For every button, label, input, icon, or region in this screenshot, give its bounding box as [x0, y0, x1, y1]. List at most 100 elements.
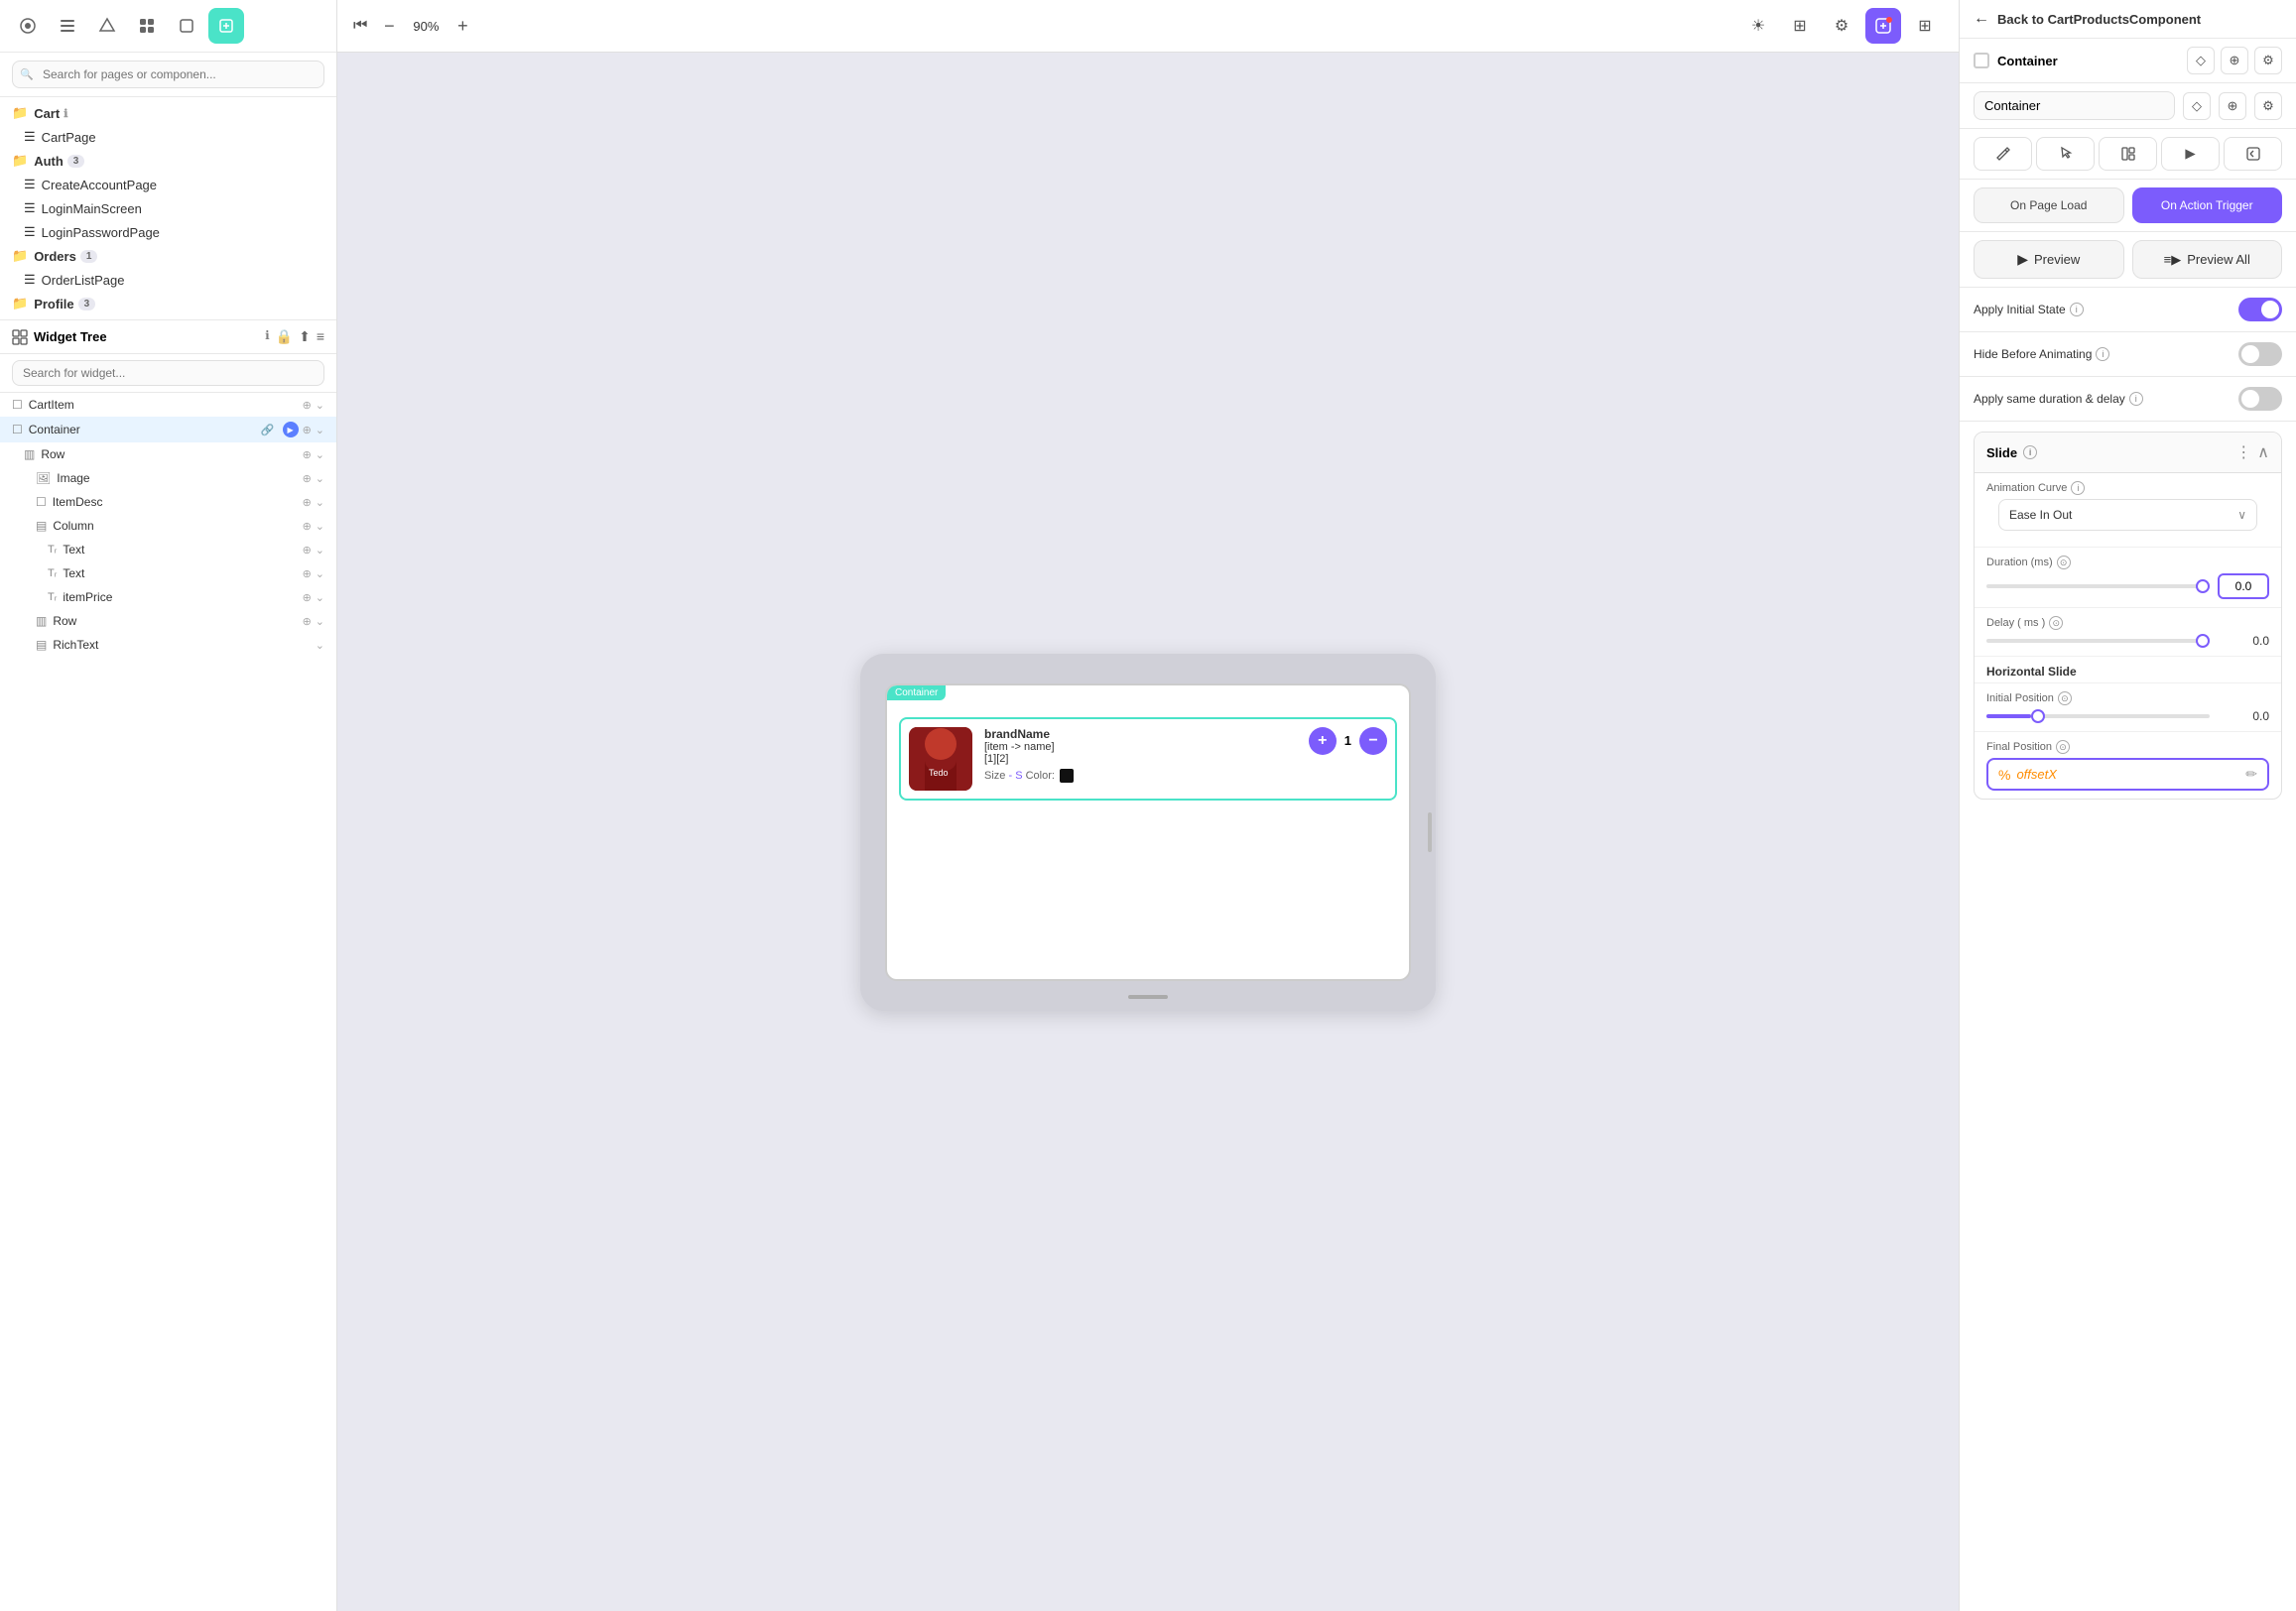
plus-circle-icon-btn[interactable]: ⊕ [2221, 47, 2248, 74]
info-icon-initial-pos[interactable]: ⊙ [2058, 691, 2072, 705]
widget-menu-btn[interactable]: ⌄ [316, 639, 324, 652]
widget-item-image[interactable]: 🖼 Image ⊕⌄ [0, 466, 336, 490]
lock-icon[interactable]: 🔒 [276, 328, 293, 345]
widget-item-text1[interactable]: Tᵣ Text ⊕⌄ [0, 538, 336, 561]
icon-btn-1[interactable]: ◇ [2183, 92, 2211, 120]
info-icon-delay[interactable]: ⊙ [2049, 616, 2063, 630]
toolbar-icon-2[interactable] [89, 8, 125, 44]
toolbar-icon-0[interactable] [10, 8, 46, 44]
widget-item-text2[interactable]: Tᵣ Text ⊕⌄ [0, 561, 336, 585]
widget-menu-btn[interactable]: ⌄ [316, 496, 324, 509]
toolbar-icon-5-add[interactable] [208, 8, 244, 44]
add-widget-btn[interactable]: ⊕ [303, 544, 312, 557]
toggle-hide-before[interactable] [2238, 342, 2282, 366]
pages-search-input[interactable] [12, 61, 324, 88]
play-icon-btn[interactable]: ▶ [2161, 137, 2220, 171]
widget-item-row2[interactable]: ▥ Row ⊕⌄ [0, 609, 336, 633]
code-icon-btn[interactable] [2224, 137, 2282, 171]
nav-folder-cart[interactable]: 📁 Cart ℹ [0, 101, 336, 125]
add-widget-btn[interactable]: ⊕ [303, 615, 312, 628]
info-icon-hide[interactable]: i [2096, 347, 2109, 361]
widget-item-itemprice[interactable]: Tᵣ itemPrice ⊕⌄ [0, 585, 336, 609]
widget-menu-btn[interactable]: ⌄ [316, 472, 324, 485]
layout-btn[interactable]: ⊞ [1782, 8, 1818, 44]
layout-icon-btn[interactable] [2099, 137, 2157, 171]
widget-item-richtext[interactable]: ▤ RichText ⌄ [0, 633, 336, 657]
info-icon-duration[interactable]: i [2129, 392, 2143, 406]
nav-item-loginmain[interactable]: ☰ LoginMainScreen [0, 196, 336, 220]
toolbar-icon-3[interactable] [129, 8, 165, 44]
toolbar-icon-4[interactable] [169, 8, 204, 44]
widget-menu-btn[interactable]: ⌄ [316, 448, 324, 461]
add-widget-btn[interactable]: ⊕ [303, 591, 312, 604]
component-checkbox[interactable] [1974, 53, 1989, 68]
add-widget-btn[interactable]: ⊕ [303, 520, 312, 533]
list-icon[interactable]: ≡ [317, 328, 324, 345]
nav-item-loginpassword[interactable]: ☰ LoginPasswordPage [0, 220, 336, 244]
info-icon-final-pos[interactable]: ⊙ [2056, 740, 2070, 754]
diamond-icon-btn[interactable]: ◇ [2187, 47, 2215, 74]
toggle-same-duration[interactable] [2238, 387, 2282, 411]
nav-item-orderlist[interactable]: ☰ OrderListPage [0, 268, 336, 292]
zoom-out-btn[interactable]: − [375, 12, 403, 40]
settings-icon-btn[interactable]: ⚙ [2254, 47, 2282, 74]
pencil-icon-btn[interactable] [1974, 137, 2032, 171]
add-widget-btn[interactable]: ⊕ [303, 399, 312, 412]
info-icon-initial-state[interactable]: i [2070, 303, 2084, 316]
widget-item-row1[interactable]: ▥ Row ⊕⌄ [0, 442, 336, 466]
qty-plus-btn[interactable]: + [1309, 727, 1337, 755]
widget-search-input[interactable] [12, 360, 324, 386]
chevron-up-icon[interactable]: ∧ [2257, 442, 2269, 462]
widget-menu-btn[interactable]: ⌄ [316, 615, 324, 628]
animation-curve-dropdown[interactable]: Ease In Out ∨ [1998, 499, 2257, 531]
widget-item-itemdesc[interactable]: ☐ ItemDesc ⊕⌄ [0, 490, 336, 514]
widget-menu-btn[interactable]: ⌄ [316, 591, 324, 604]
final-position-input[interactable]: % offsetX ✏ [1986, 758, 2269, 791]
delay-slider-track[interactable] [1986, 639, 2210, 643]
initial-pos-slider-track[interactable] [1986, 714, 2210, 718]
dots-menu-icon[interactable]: ⋮ [2235, 442, 2251, 462]
info-icon[interactable]: ℹ [265, 328, 270, 345]
nav-folder-profile[interactable]: 📁 Profile 3 [0, 292, 336, 315]
delay-slider-thumb[interactable] [2196, 634, 2210, 648]
initial-pos-slider-thumb[interactable] [2031, 709, 2045, 723]
info-icon-curve[interactable]: i [2071, 481, 2085, 495]
active-tool-btn[interactable] [1865, 8, 1901, 44]
component-name-input[interactable] [1974, 91, 2175, 120]
settings-btn[interactable]: ⚙ [1824, 8, 1859, 44]
widget-menu-btn[interactable]: ⌄ [316, 567, 324, 580]
tab-on-page-load[interactable]: On Page Load [1974, 187, 2124, 223]
zoom-in-btn[interactable]: + [448, 12, 476, 40]
nav-folder-auth[interactable]: 📁 Auth 3 [0, 149, 336, 173]
preview-btn[interactable]: ▶ Preview [1974, 240, 2124, 279]
pointer-icon-btn[interactable] [2036, 137, 2095, 171]
add-widget-btn[interactable]: ⊕ [303, 424, 312, 436]
grid-btn[interactable]: ⊞ [1907, 8, 1943, 44]
add-widget-btn[interactable]: ⊕ [303, 472, 312, 485]
add-widget-btn[interactable]: ⊕ [303, 567, 312, 580]
widget-item-cartitem[interactable]: ☐ CartItem ⊕ ⌄ [0, 393, 336, 417]
info-icon-slide[interactable]: i [2023, 445, 2037, 459]
toggle-initial-state[interactable] [2238, 298, 2282, 321]
duration-slider-track[interactable] [1986, 584, 2210, 588]
toolbar-icon-1[interactable] [50, 8, 85, 44]
first-frame-btn[interactable]: ⏮ [353, 17, 367, 35]
edit-icon[interactable]: ✏ [2245, 766, 2257, 783]
widget-item-container[interactable]: ☐ Container 🔗 ▶ ⊕ ⌄ [0, 417, 336, 442]
nav-item-createaccount[interactable]: ☰ CreateAccountPage [0, 173, 336, 196]
duration-value[interactable]: 0.0 [2218, 573, 2269, 599]
widget-menu-btn[interactable]: ⌄ [316, 424, 324, 436]
widget-menu-btn[interactable]: ⌄ [316, 399, 324, 412]
back-button[interactable]: ← [1974, 10, 1989, 28]
sun-btn[interactable]: ☀ [1740, 8, 1776, 44]
add-widget-btn[interactable]: ⊕ [303, 496, 312, 509]
duration-slider-thumb[interactable] [2196, 579, 2210, 593]
icon-btn-3[interactable]: ⚙ [2254, 92, 2282, 120]
widget-menu-btn[interactable]: ⌄ [316, 520, 324, 533]
nav-folder-orders[interactable]: 📁 Orders 1 [0, 244, 336, 268]
tab-on-action-trigger[interactable]: On Action Trigger [2132, 187, 2283, 223]
upload-icon[interactable]: ⬆ [299, 328, 311, 345]
info-icon-duration-field[interactable]: ⊙ [2057, 556, 2071, 569]
preview-all-btn[interactable]: ≡▶ Preview All [2132, 240, 2283, 279]
nav-item-cartpage[interactable]: ☰ CartPage [0, 125, 336, 149]
